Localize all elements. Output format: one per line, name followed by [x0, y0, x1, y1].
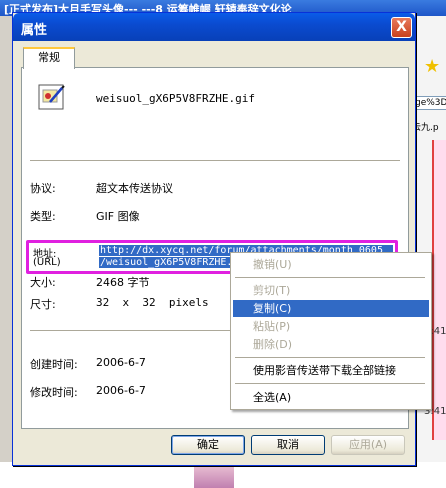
apply-button[interactable]: 应用(A) [331, 435, 405, 455]
protocol-value: 超文本传送协议 [96, 182, 173, 195]
background-text-fragment: 云九.p [412, 123, 439, 133]
star-icon[interactable]: ★ [424, 58, 442, 76]
menu-item-cut[interactable]: 剪切(T) [233, 282, 429, 299]
tab-general[interactable]: 常规 [23, 47, 75, 69]
address-value-continued[interactable]: /weisuol_gX6P5V8FRZHE.gif [99, 257, 252, 268]
modified-label: 修改时间: [30, 386, 78, 399]
protocol-label: 协议: [30, 182, 56, 195]
menu-item-download-all-links[interactable]: 使用影音传送带下载全部链接 [233, 362, 429, 379]
size-label: 大小: [30, 276, 56, 289]
context-menu: 撤销(U) 剪切(T) 复制(C) 粘贴(P) 删除(D) 使用影音传送带下载全… [230, 252, 432, 410]
url-label: (URL) [33, 257, 61, 268]
menu-item-select-all[interactable]: 全选(A) [233, 389, 429, 406]
dimensions-value: 32 x 32 pixels [96, 296, 209, 309]
menu-separator [235, 277, 425, 278]
modified-value: 2006-6-7 [96, 384, 146, 397]
dialog-title: 属性 [21, 23, 48, 38]
background-url-fragment: ge%3D1 [412, 96, 446, 110]
menu-separator [235, 383, 425, 384]
menu-separator [235, 357, 425, 358]
background-highlight-bar [432, 140, 446, 440]
cancel-button[interactable]: 取消 [251, 435, 325, 455]
divider [30, 160, 400, 162]
menu-item-paste[interactable]: 粘贴(P) [233, 318, 429, 335]
type-label: 类型: [30, 210, 56, 223]
menu-item-undo[interactable]: 撤销(U) [233, 256, 429, 273]
dialog-titlebar[interactable]: 属性 X [13, 13, 415, 41]
created-label: 创建时间: [30, 358, 78, 371]
gif-file-icon [38, 84, 65, 110]
close-button[interactable]: X [391, 17, 412, 38]
type-value: GIF 图像 [96, 210, 140, 223]
created-value: 2006-6-7 [96, 356, 146, 369]
ok-button[interactable]: 确定 [171, 435, 245, 455]
size-value: 2468 字节 [96, 276, 150, 289]
file-name: weisuol_gX6P5V8FRZHE.gif [96, 92, 255, 105]
menu-item-delete[interactable]: 删除(D) [233, 336, 429, 353]
dimensions-label: 尺寸: [30, 298, 56, 311]
menu-item-copy[interactable]: 复制(C) [233, 300, 429, 317]
